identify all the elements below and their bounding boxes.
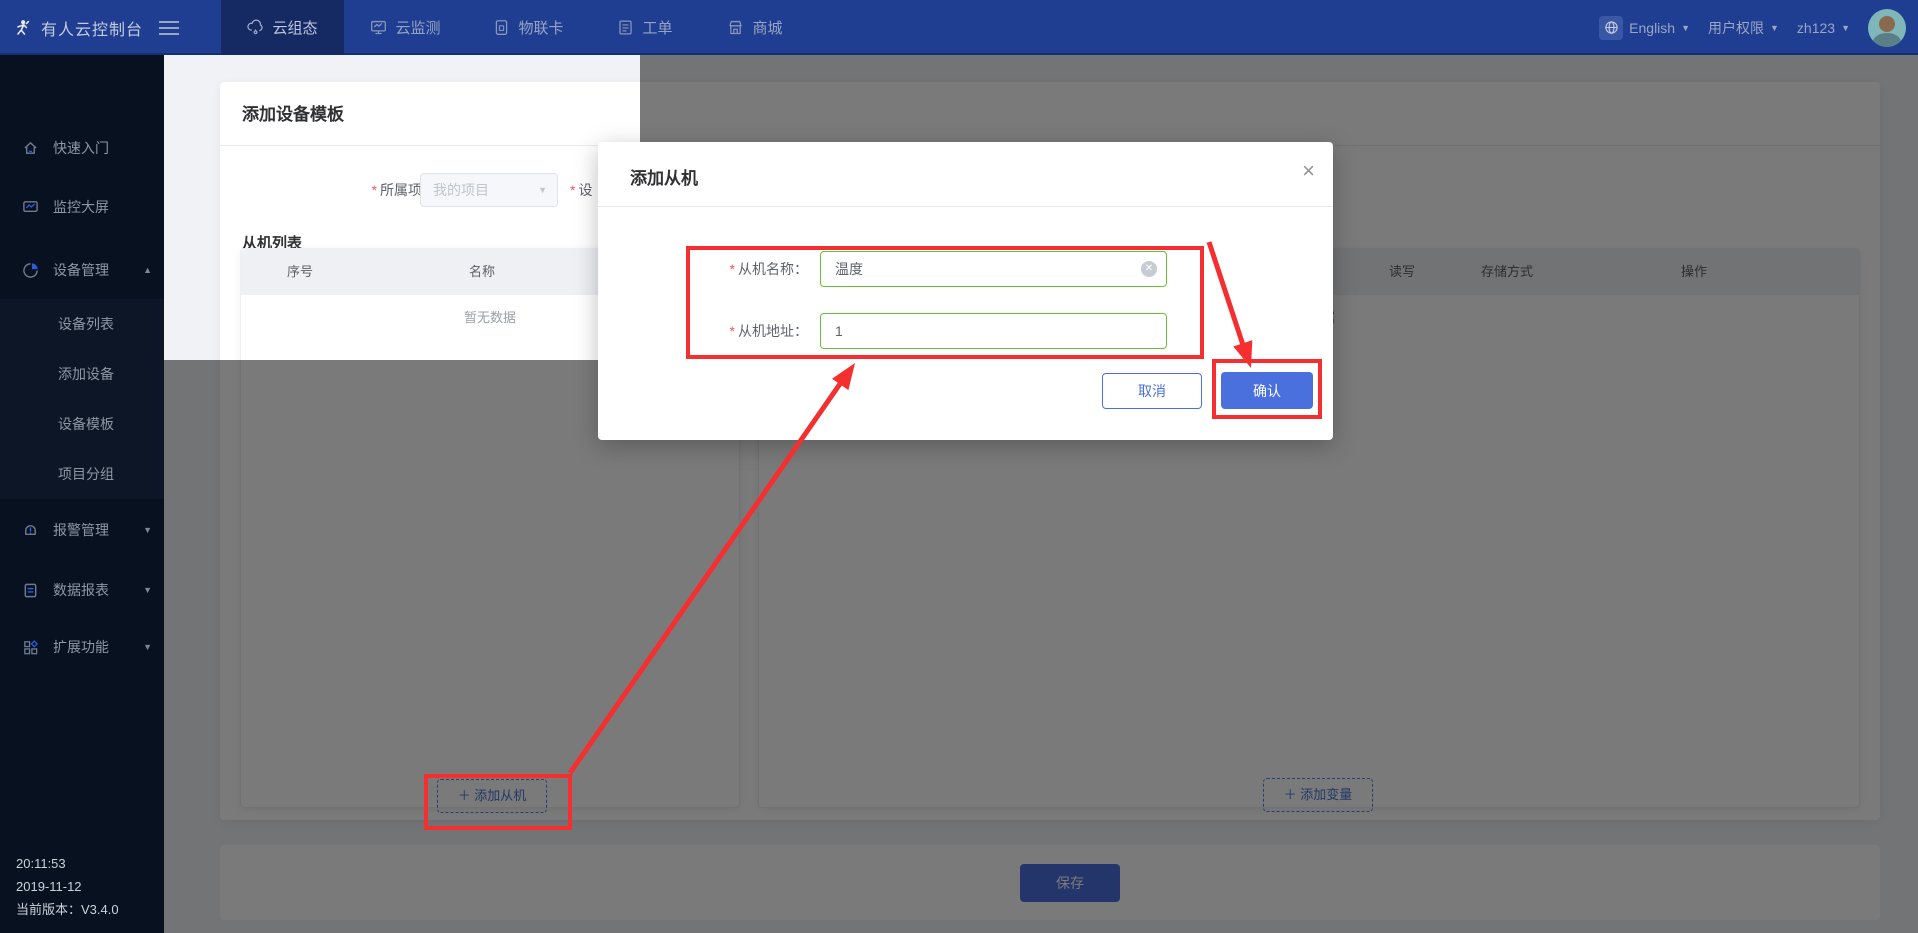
- required-mark: *: [570, 182, 575, 198]
- alarm-bell-icon: [22, 522, 39, 539]
- big-screen-icon: [22, 199, 39, 216]
- tab-cloud-scada[interactable]: 云组态: [221, 0, 344, 55]
- chevron-down-icon: ▼: [1681, 23, 1690, 33]
- user-menu[interactable]: zh123 ▼: [1797, 20, 1850, 36]
- home-icon: [22, 140, 39, 157]
- sidebar: 快速入门 监控大屏 设备管理 ▲ 设备列表 添加设备 设备模板 项目分组 报警管…: [0, 55, 164, 933]
- sidebar-item-alarm-management[interactable]: 报警管理 ▼: [0, 507, 164, 553]
- sidebar-subitem-device-template[interactable]: 设备模板: [0, 399, 164, 449]
- sidebar-item-label: 监控大屏: [53, 197, 109, 217]
- sidebar-item-label: 设备管理: [53, 260, 109, 280]
- page-title: 添加设备模板: [242, 100, 344, 125]
- modal-mask-bottom: [164, 360, 640, 933]
- sidebar-item-label: 数据报表: [53, 580, 109, 600]
- tab-label: 工单: [642, 17, 672, 38]
- chevron-down-icon: ▼: [1841, 23, 1850, 33]
- extensions-grid-icon: [22, 639, 39, 656]
- store-icon: [727, 19, 744, 36]
- sidebar-item-quickstart[interactable]: 快速入门: [0, 125, 164, 171]
- main-content: 添加设备模板 *所属项目： 我的项目 ▼ *设 从机列表 序号 名: [164, 55, 1918, 933]
- subitem-label: 添加设备: [58, 366, 114, 382]
- globe-icon: [1599, 16, 1623, 40]
- tab-store[interactable]: 商城: [700, 0, 810, 55]
- chevron-down-icon: ▼: [1770, 23, 1779, 33]
- subitem-label: 设备模板: [58, 416, 114, 432]
- label-text: 从机地址：: [738, 323, 808, 339]
- version-label: 当前版本：V3.4.0: [16, 898, 119, 921]
- cloud-icon: [247, 19, 264, 36]
- nav-right: English ▼ 用户权限 ▼ zh123 ▼: [1599, 0, 1906, 55]
- language-label: English: [1629, 20, 1675, 36]
- sidebar-subitem-project-group[interactable]: 项目分组: [0, 449, 164, 499]
- permission-label: 用户权限: [1708, 18, 1764, 38]
- label-text: 设: [578, 182, 592, 198]
- project-select[interactable]: 我的项目 ▼: [420, 173, 558, 207]
- required-mark: *: [730, 323, 735, 339]
- sidebar-item-dashboard[interactable]: 监控大屏: [0, 184, 164, 230]
- nav-tabs: 云组态 云监测 物联卡 工单 商城: [221, 0, 810, 55]
- cancel-button[interactable]: 取消: [1102, 373, 1202, 409]
- label-text: 从机名称：: [738, 261, 808, 277]
- top-nav: 有人云控制台 云组态 云监测 物联卡 工单 商城: [0, 0, 1918, 55]
- avatar[interactable]: [1868, 9, 1906, 47]
- clock-date: 2019-11-12: [16, 875, 119, 898]
- modal-header: 添加从机 ×: [598, 142, 1333, 207]
- pie-chart-icon: [22, 262, 39, 279]
- confirm-button[interactable]: 确认: [1221, 372, 1313, 409]
- device-management-submenu: 设备列表 添加设备 设备模板 项目分组: [0, 299, 164, 499]
- sidebar-footer: 20:11:53 2019-11-12 当前版本：V3.4.0: [16, 852, 119, 921]
- sidebar-item-label: 扩展功能: [53, 637, 109, 657]
- sim-card-icon: [493, 19, 510, 36]
- sidebar-item-label: 报警管理: [53, 520, 109, 540]
- tab-label: 商城: [752, 17, 782, 38]
- brand: 有人云控制台: [14, 0, 179, 55]
- add-slave-modal: 添加从机 × *从机名称： ✕ *从机地址： 取消 确认: [598, 142, 1333, 440]
- language-selector[interactable]: English ▼: [1599, 16, 1690, 40]
- work-order-icon: [617, 19, 634, 36]
- app-window: 有人云控制台 云组态 云监测 物联卡 工单 商城: [0, 0, 1918, 933]
- usr-logo-icon: [14, 19, 31, 36]
- chevron-down-icon: ▼: [143, 642, 152, 652]
- col-index: 序号: [287, 249, 313, 295]
- slave-name-input[interactable]: [820, 251, 1167, 287]
- slave-address-input[interactable]: [820, 313, 1167, 349]
- tab-label: 云组态: [272, 17, 317, 38]
- tab-label: 云监测: [395, 17, 440, 38]
- sidebar-subitem-add-device[interactable]: 添加设备: [0, 349, 164, 399]
- subitem-label: 设备列表: [58, 316, 114, 332]
- permission-menu[interactable]: 用户权限 ▼: [1708, 18, 1779, 38]
- required-mark: *: [730, 261, 735, 277]
- chevron-down-icon: ▼: [143, 525, 152, 535]
- chevron-down-icon: ▼: [143, 585, 152, 595]
- username-label: zh123: [1797, 20, 1835, 36]
- sidebar-item-extensions[interactable]: 扩展功能 ▼: [0, 624, 164, 670]
- select-value: 我的项目: [433, 182, 489, 198]
- sidebar-item-device-management[interactable]: 设备管理 ▲: [0, 247, 164, 293]
- template-name-label-partial: *设: [570, 172, 592, 208]
- chevron-up-icon: ▲: [143, 265, 152, 275]
- tab-iot-card[interactable]: 物联卡: [467, 0, 590, 55]
- subitem-label: 项目分组: [58, 466, 114, 482]
- menu-toggle-icon[interactable]: [159, 21, 179, 35]
- slave-name-row: *从机名称： ✕: [598, 251, 1333, 287]
- sidebar-item-label: 快速入门: [53, 138, 109, 158]
- required-mark: *: [372, 182, 377, 198]
- tab-label: 物联卡: [518, 17, 563, 38]
- slave-address-label: *从机地址：: [688, 313, 808, 349]
- clear-input-icon[interactable]: ✕: [1141, 261, 1157, 277]
- chevron-down-icon: ▼: [538, 174, 547, 206]
- sidebar-item-data-report[interactable]: 数据报表 ▼: [0, 567, 164, 613]
- close-icon[interactable]: ×: [1302, 160, 1315, 182]
- report-icon: [22, 582, 39, 599]
- sidebar-subitem-device-list[interactable]: 设备列表: [0, 299, 164, 349]
- modal-title: 添加从机: [630, 164, 698, 189]
- tab-work-order[interactable]: 工单: [590, 0, 700, 55]
- clock-time: 20:11:53: [16, 852, 119, 875]
- slave-address-row: *从机地址：: [598, 313, 1333, 349]
- monitor-chart-icon: [370, 19, 387, 36]
- brand-title: 有人云控制台: [41, 16, 143, 40]
- tab-cloud-monitor[interactable]: 云监测: [344, 0, 467, 55]
- slave-name-label: *从机名称：: [688, 251, 808, 287]
- col-name: 名称: [469, 249, 495, 295]
